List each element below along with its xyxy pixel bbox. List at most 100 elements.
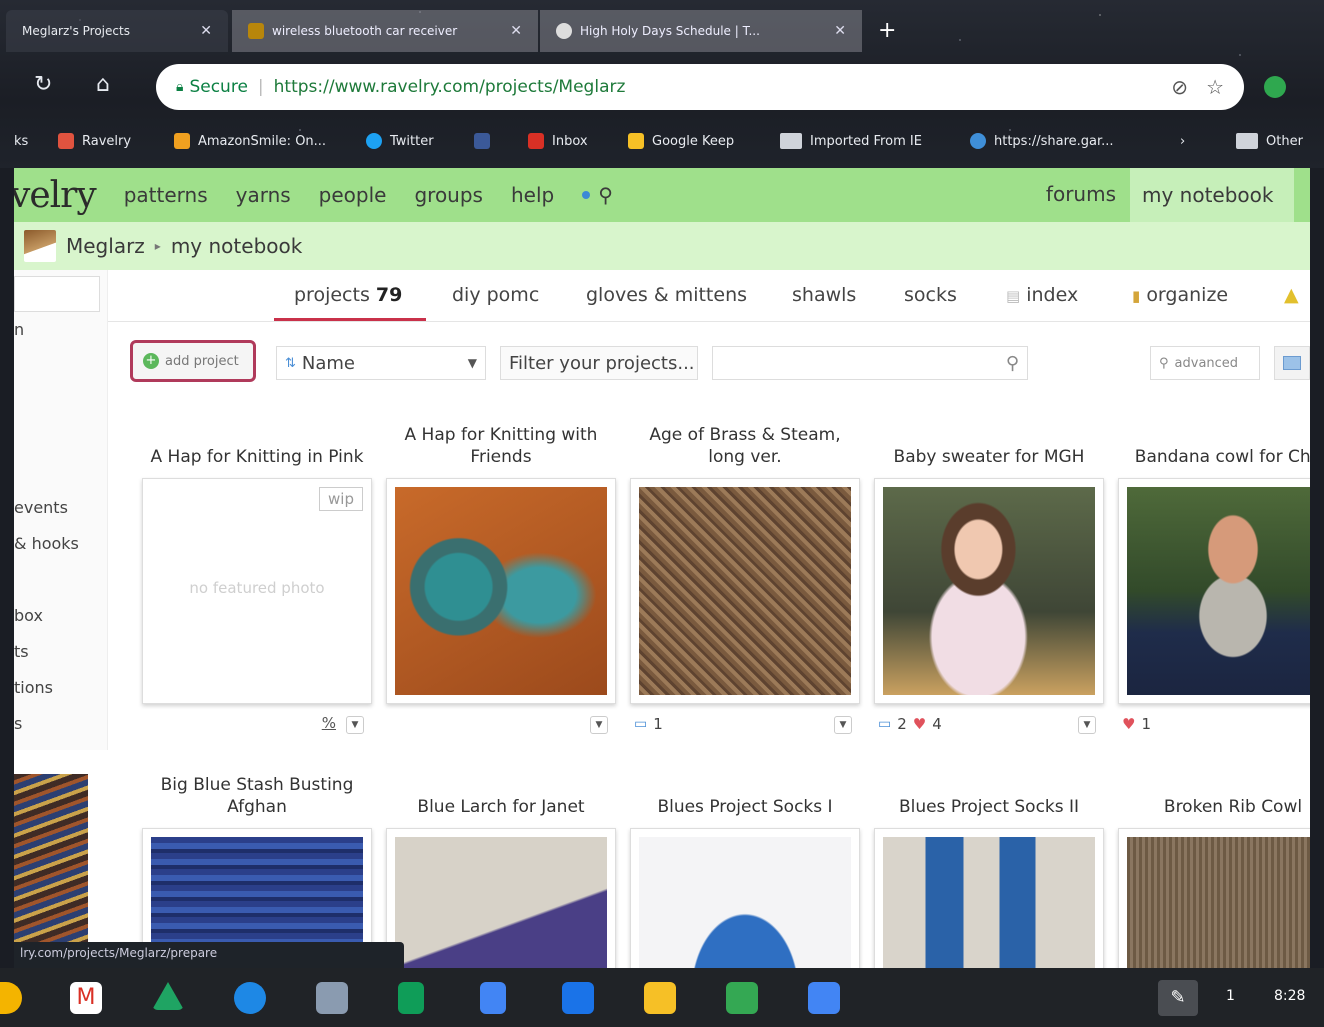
new-tab-icon[interactable]: + (878, 18, 896, 43)
site-logo[interactable]: velry (14, 175, 97, 216)
project-photo[interactable] (386, 478, 616, 704)
sidebar-item[interactable]: n (14, 320, 24, 339)
chevron-down-icon[interactable]: ▼ (1078, 716, 1096, 734)
sidebar-item[interactable]: events (14, 498, 68, 517)
advanced-search-button[interactable]: ⚲ advanced (1150, 346, 1260, 380)
bookmark-item[interactable]: Ravelry (58, 133, 131, 149)
notification-count[interactable]: 1 (1226, 988, 1235, 1004)
stylus-icon[interactable]: ✎ (1158, 980, 1198, 1016)
nav-people[interactable]: people (319, 183, 387, 207)
browser-tab-active[interactable]: Meglarz's Projects ✕ (6, 10, 228, 52)
tab-shawls[interactable]: shawls (792, 284, 856, 306)
maps-icon[interactable] (726, 982, 758, 1014)
bookmark-item[interactable]: Google Keep (628, 133, 734, 149)
nav-yarns[interactable]: yarns (236, 183, 291, 207)
sidebar-item[interactable]: ts (14, 642, 29, 661)
breadcrumb-notebook[interactable]: my notebook (171, 234, 302, 258)
project-photo[interactable]: wip no featured photo (142, 478, 372, 704)
project-card[interactable]: Blue Larch for Janet (386, 772, 616, 968)
project-card[interactable]: A Hap for Knitting with Friends ▼ (386, 422, 616, 744)
bookmark-item[interactable]: Twitter (366, 133, 434, 149)
project-card[interactable]: A Hap for Knitting in Pink wip no featur… (142, 422, 372, 744)
tab-index[interactable]: ▤ index (1006, 284, 1078, 306)
project-title[interactable]: Blues Project Socks I (630, 772, 860, 818)
breadcrumb-user[interactable]: Meglarz (66, 234, 145, 258)
view-toggle-button[interactable] (1274, 346, 1310, 380)
tab-projects[interactable]: projects 79 (294, 284, 402, 306)
project-title[interactable]: Age of Brass & Steam, long ver. (630, 422, 860, 468)
chevron-down-icon[interactable]: ▼ (590, 716, 608, 734)
sheets-icon[interactable] (398, 982, 424, 1014)
clock[interactable]: 8:28 (1274, 988, 1305, 1004)
close-icon[interactable]: ✕ (834, 23, 846, 39)
project-title[interactable]: A Hap for Knitting in Pink (142, 422, 372, 468)
browser-tab[interactable]: High Holy Days Schedule | T... ✕ (540, 10, 862, 52)
keep-icon[interactable] (644, 982, 676, 1014)
project-card[interactable]: Blues Project Socks I (630, 772, 860, 968)
sidebar-item[interactable]: s (14, 714, 22, 733)
chrome-icon[interactable] (0, 982, 22, 1014)
project-photo[interactable] (874, 828, 1104, 968)
blocked-icon[interactable]: ⊘ (1171, 75, 1188, 99)
project-photo[interactable] (1118, 478, 1310, 704)
drive-icon[interactable] (152, 982, 184, 1010)
nav-patterns[interactable]: patterns (124, 183, 208, 207)
close-icon[interactable]: ✕ (200, 23, 212, 39)
filter-select[interactable]: Filter your projects... (500, 346, 698, 380)
browser-tab[interactable]: wireless bluetooth car receiver ✕ (232, 10, 538, 52)
star-icon[interactable]: ☆ (1206, 75, 1224, 99)
project-photo[interactable] (630, 828, 860, 968)
chevron-down-icon[interactable]: ▼ (834, 716, 852, 734)
project-photo[interactable] (1118, 828, 1310, 968)
bookmark-item[interactable]: Inbox (528, 133, 588, 149)
bookmark-item[interactable]: AmazonSmile: On... (174, 133, 326, 149)
project-card[interactable]: Age of Brass & Steam, long ver. ▭ 1 ▼ (630, 422, 860, 744)
project-title[interactable]: Big Blue Stash Busting Afghan (142, 772, 372, 818)
sort-select[interactable]: ⇅ Name ▼ (276, 346, 486, 380)
project-photo[interactable] (874, 478, 1104, 704)
calculator-icon[interactable] (316, 982, 348, 1014)
sidebar-photo[interactable] (14, 774, 88, 968)
chevron-down-icon[interactable]: ▼ (346, 716, 364, 734)
search-icon[interactable]: ⚲ (598, 183, 613, 207)
calendar-icon[interactable] (808, 982, 840, 1014)
project-title[interactable]: Blues Project Socks II (874, 772, 1104, 818)
home-icon[interactable]: ⌂ (96, 72, 110, 97)
url-text[interactable]: https://www.ravelry.com/projects/Meglarz (274, 77, 626, 97)
gmail-icon[interactable]: M (70, 982, 102, 1014)
chevron-right-icon[interactable]: › (1180, 134, 1185, 149)
bookmark-folder[interactable]: Imported From IE (780, 133, 922, 149)
project-title[interactable]: Baby sweater for MGH (874, 422, 1104, 468)
project-card[interactable]: Baby sweater for MGH ▭ 2 ♥ 4 ▼ (874, 422, 1104, 744)
project-title[interactable]: Blue Larch for Janet (386, 772, 616, 818)
project-card[interactable]: Broken Rib Cowl (1118, 772, 1310, 968)
tab-socks[interactable]: socks (904, 284, 957, 306)
project-title[interactable]: Broken Rib Cowl (1118, 772, 1310, 818)
tab-organize[interactable]: ▮ organize (1132, 284, 1228, 306)
sidebar-item[interactable]: box (14, 606, 43, 625)
project-photo[interactable] (386, 828, 616, 968)
bookmark-folder[interactable]: Other (1236, 133, 1303, 149)
progress-link[interactable]: % (322, 714, 336, 732)
nav-help[interactable]: help (511, 183, 554, 207)
bookmark-item[interactable] (474, 133, 498, 149)
sidebar-item[interactable]: tions (14, 678, 53, 697)
files-icon[interactable] (234, 982, 266, 1014)
project-card[interactable]: Bandana cowl for Chris ♥ 1 (1118, 422, 1310, 744)
project-title[interactable]: Bandana cowl for Chris (1118, 422, 1310, 468)
nav-groups[interactable]: groups (414, 183, 483, 207)
tab-diy-pomc[interactable]: diy pomc (452, 284, 539, 306)
tab-gloves-mittens[interactable]: gloves & mittens (586, 284, 747, 306)
nav-my-notebook[interactable]: my notebook (1130, 168, 1294, 222)
sidebar-item[interactable]: & hooks (14, 534, 79, 553)
search-icon[interactable]: ⚲ (1006, 353, 1019, 374)
bookmark-item[interactable]: ks (14, 134, 28, 149)
close-icon[interactable]: ✕ (510, 23, 522, 39)
project-card[interactable]: Big Blue Stash Busting Afghan (142, 772, 372, 968)
project-search-input[interactable]: ⚲ (712, 346, 1028, 380)
reload-icon[interactable]: ↻ (34, 72, 52, 97)
bell-icon[interactable]: ▲ (1284, 284, 1299, 306)
sidebar-input[interactable] (14, 276, 100, 312)
extension-icon[interactable] (1264, 76, 1286, 98)
address-bar[interactable]: 🔒︎ Secure | https://www.ravelry.com/proj… (156, 64, 1244, 110)
